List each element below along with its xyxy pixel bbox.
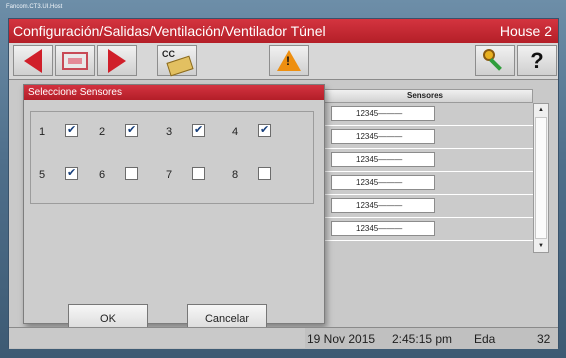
sensor-checkbox-7[interactable]: 7 [158,165,226,185]
dialog-title: Seleccione Sensores [24,85,324,100]
help-button[interactable]: ? [517,45,557,76]
cc-button[interactable]: CC [157,45,197,76]
table-row: 12345——— [317,126,533,149]
checkbox[interactable] [192,167,205,180]
table-row: 12345——— [317,103,533,126]
sensor-checkbox-group: 1 2 3 4 5 6 7 8 [30,111,314,204]
cc-label: CC [162,48,175,59]
sensors-table: Sensores 12345——— 12345——— 12345——— 1234… [317,89,555,309]
key-icon [482,48,508,74]
window-frame: Fancom.CT3.UI.Host Configuración/Salidas… [0,0,566,358]
checkbox[interactable] [65,166,78,180]
status-spacer [9,328,305,348]
arrow-right-icon [108,48,126,73]
sensor-field[interactable]: 12345——— [331,198,435,213]
checkbox[interactable] [192,123,205,137]
scroll-up-icon[interactable]: ▲ [534,104,548,116]
sensors-header: Sensores [317,89,533,103]
screen-button[interactable] [55,45,95,76]
breadcrumb: Configuración/Salidas/Ventilación/Ventil… [13,23,326,39]
sensor-field[interactable]: 12345——— [331,106,435,121]
arrow-left-icon [24,48,42,73]
sensor-field[interactable]: 12345——— [331,152,435,167]
checkbox[interactable] [258,167,271,180]
checkbox[interactable] [258,123,271,137]
screen-icon [62,51,88,70]
sensor-checkbox-2[interactable]: 2 [91,122,159,142]
sensor-checkbox-8[interactable]: 8 [224,165,292,185]
window-title: Fancom.CT3.UI.Host [6,4,63,10]
sensor-checkbox-5[interactable]: 5 [31,165,99,185]
status-age-label: Eda [474,332,496,346]
sensor-field[interactable]: 12345——— [331,221,435,236]
status-bar: 19 Nov 2015 2:45:15 pm Eda 32 [9,327,558,349]
sensor-checkbox-4[interactable]: 4 [224,122,292,142]
table-row: 12345——— [317,149,533,172]
back-button[interactable] [13,45,53,76]
cc-block-icon: CC [162,48,194,76]
sensor-checkbox-6[interactable]: 6 [91,165,159,185]
sensors-scrollbar[interactable]: ▲ ▼ [533,103,549,253]
sensor-field[interactable]: 12345——— [331,129,435,144]
checkbox[interactable] [65,123,78,137]
sensor-checkbox-1[interactable]: 1 [31,122,99,142]
house-label: House 2 [499,23,552,39]
help-icon: ? [530,47,544,73]
header-bar: Configuración/Salidas/Ventilación/Ventil… [9,19,558,43]
app-client: Configuración/Salidas/Ventilación/Ventil… [8,18,559,349]
select-sensors-dialog: Seleccione Sensores 1 2 3 4 5 6 7 8 OK C… [23,84,325,335]
warning-button[interactable]: ! [269,45,309,76]
sensor-rows: 12345——— 12345——— 12345——— 12345——— 1234… [317,103,533,241]
checkbox[interactable] [125,167,138,180]
checkbox[interactable] [125,123,138,137]
sensor-checkbox-3[interactable]: 3 [158,122,226,142]
status-date: 19 Nov 2015 [307,332,376,346]
scroll-thumb[interactable] [535,117,547,239]
status-age-value: 32 [537,332,551,346]
forward-button[interactable] [97,45,137,76]
toolbar: CC ! ? [9,43,558,80]
warning-glyph: ! [286,54,290,68]
warning-icon: ! [277,50,301,71]
status-time: 2:45:15 pm [392,332,453,346]
scroll-down-icon[interactable]: ▼ [534,240,548,252]
key-button[interactable] [475,45,515,76]
table-row: 12345——— [317,195,533,218]
table-row: 12345——— [317,172,533,195]
table-row: 12345——— [317,218,533,241]
sensor-field[interactable]: 12345——— [331,175,435,190]
